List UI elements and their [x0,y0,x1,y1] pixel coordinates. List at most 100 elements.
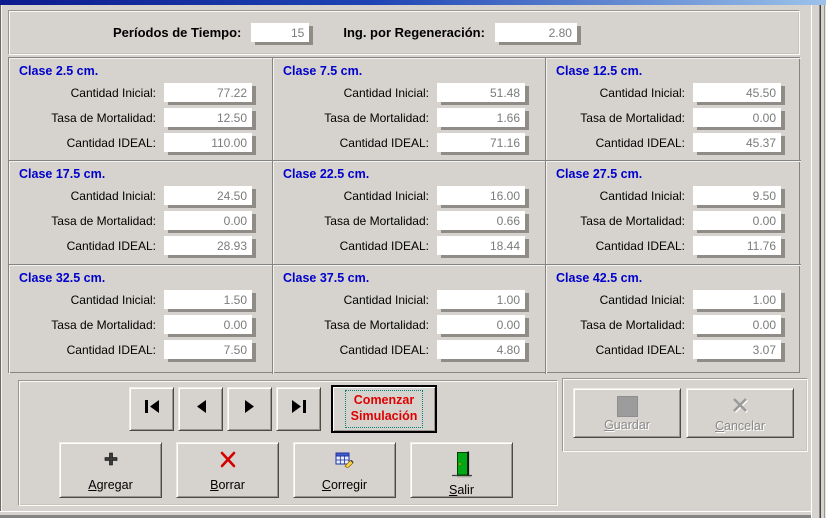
edit-form-icon [335,451,354,473]
class-panel: Clase 42.5 cm. Cantidad Inicial: 1.00 Ta… [546,265,801,374]
initial-amount-input[interactable]: 51.48 [437,83,525,102]
ideal-amount-label: Cantidad IDEAL: [339,135,429,150]
mortality-rate-input[interactable]: 1.66 [437,108,525,127]
window-frame-bottom [0,511,811,518]
ideal-amount-input[interactable]: 18.44 [437,236,525,255]
class-panel: Clase 37.5 cm. Cantidad Inicial: 1.00 Ta… [273,265,546,374]
class-title: Clase 12.5 cm. [556,64,643,78]
previous-record-icon [194,399,208,419]
save-button-label: Guardar [604,418,650,432]
ideal-amount-label: Cantidad IDEAL: [595,135,685,150]
ideal-amount-input[interactable]: 28.93 [164,236,252,255]
ideal-amount-label: Cantidad IDEAL: [339,238,429,253]
regeneration-label: Ing. por Regeneración: [343,25,485,40]
class-panel: Clase 17.5 cm. Cantidad Inicial: 24.50 T… [9,161,273,265]
ideal-amount-input[interactable]: 7.50 [164,340,252,359]
initial-amount-input[interactable]: 45.50 [693,83,781,102]
cancel-button[interactable]: Cancelar [686,388,794,438]
class-title: Clase 37.5 cm. [283,271,370,285]
mortality-rate-input[interactable]: 0.66 [437,211,525,230]
initial-amount-label: Cantidad Inicial: [343,292,429,307]
mortality-rate-label: Tasa de Mortalidad: [51,213,156,228]
class-title: Clase 42.5 cm. [556,271,643,285]
ideal-amount-input[interactable]: 71.16 [437,133,525,152]
initial-amount-input[interactable]: 24.50 [164,186,252,205]
previous-record-button[interactable] [178,387,223,431]
class-panel: Clase 27.5 cm. Cantidad Inicial: 9.50 Ta… [546,161,801,265]
first-record-button[interactable] [129,387,174,431]
ideal-amount-input[interactable]: 11.76 [693,236,781,255]
last-record-button[interactable] [276,387,321,431]
class-panel: Clase 32.5 cm. Cantidad Inicial: 1.50 Ta… [9,265,273,374]
class-grid: Clase 2.5 cm. Cantidad Inicial: 77.22 Ta… [8,57,801,374]
class-title: Clase 27.5 cm. [556,167,643,181]
ideal-amount-input[interactable]: 45.37 [693,133,781,152]
mortality-rate-label: Tasa de Mortalidad: [324,213,429,228]
last-record-icon [290,399,308,419]
class-title: Clase 17.5 cm. [19,167,106,181]
initial-amount-label: Cantidad Inicial: [343,85,429,100]
edit-button[interactable]: Corregir [293,442,396,498]
ideal-amount-label: Cantidad IDEAL: [339,342,429,357]
initial-amount-input[interactable]: 1.00 [437,290,525,309]
next-record-button[interactable] [227,387,272,431]
regeneration-input[interactable]: 2.80 [494,23,577,42]
mortality-rate-label: Tasa de Mortalidad: [51,317,156,332]
edit-button-label: Corregir [321,478,368,492]
mortality-rate-label: Tasa de Mortalidad: [324,110,429,125]
start-simulation-button[interactable]: Comenzar Simulación [331,385,437,433]
mortality-rate-input[interactable]: 0.00 [693,108,781,127]
mortality-rate-input[interactable]: 0.00 [164,211,252,230]
exit-button-label: Salir [448,483,474,497]
initial-amount-label: Cantidad Inicial: [70,292,156,307]
record-controls-panel: Comenzar Simulación Agregar Borrar Corre… [18,380,558,506]
mortality-rate-input[interactable]: 12.50 [164,108,252,127]
record-navigator [129,387,325,431]
initial-amount-label: Cantidad Inicial: [599,292,685,307]
delete-button[interactable]: Borrar [176,442,279,498]
window-frame-right [811,5,826,518]
regeneration-value: 2.80 [548,25,572,40]
ideal-amount-input[interactable]: 4.80 [437,340,525,359]
periods-label: Períodos de Tiempo: [113,25,242,40]
class-title: Clase 22.5 cm. [283,167,370,181]
initial-amount-input[interactable]: 9.50 [693,186,781,205]
class-title: Clase 32.5 cm. [19,271,106,285]
class-panel: Clase 2.5 cm. Cantidad Inicial: 77.22 Ta… [9,58,273,161]
mortality-rate-input[interactable]: 0.00 [437,315,525,334]
ideal-amount-label: Cantidad IDEAL: [66,238,156,253]
mortality-rate-input[interactable]: 0.00 [164,315,252,334]
ideal-amount-label: Cantidad IDEAL: [66,135,156,150]
initial-amount-label: Cantidad Inicial: [70,188,156,203]
initial-amount-input[interactable]: 77.22 [164,83,252,102]
periods-input[interactable]: 15 [251,23,310,42]
class-panel: Clase 22.5 cm. Cantidad Inicial: 16.00 T… [273,161,546,265]
mortality-rate-label: Tasa de Mortalidad: [580,110,685,125]
initial-amount-input[interactable]: 1.00 [693,290,781,309]
mortality-rate-label: Tasa de Mortalidad: [580,213,685,228]
ideal-amount-input[interactable]: 3.07 [693,340,781,359]
initial-amount-input[interactable]: 16.00 [437,186,525,205]
action-buttons: Agregar Borrar Corregir Salir [59,442,513,498]
save-icon [616,396,638,417]
initial-amount-label: Cantidad Inicial: [343,188,429,203]
header-panel: Períodos de Tiempo: 15 Ing. por Regenera… [8,10,800,55]
ideal-amount-input[interactable]: 110.00 [164,133,252,152]
add-button[interactable]: Agregar [59,442,162,498]
mortality-rate-label: Tasa de Mortalidad: [324,317,429,332]
initial-amount-input[interactable]: 1.50 [164,290,252,309]
exit-button[interactable]: Salir [410,442,513,498]
ideal-amount-label: Cantidad IDEAL: [595,342,685,357]
red-x-icon [219,451,237,473]
periods-value: 15 [290,25,305,40]
exit-door-icon [450,451,474,483]
start-simulation-label: Comenzar Simulación [344,390,424,428]
initial-amount-label: Cantidad Inicial: [599,188,685,203]
mortality-rate-input[interactable]: 0.00 [693,315,781,334]
save-button[interactable]: Guardar [573,388,681,438]
delete-button-label: Borrar [210,478,245,492]
ideal-amount-label: Cantidad IDEAL: [66,342,156,357]
class-title: Clase 7.5 cm. [283,64,363,78]
simulation-form-window: Períodos de Tiempo: 15 Ing. por Regenera… [0,0,826,518]
mortality-rate-input[interactable]: 0.00 [693,211,781,230]
